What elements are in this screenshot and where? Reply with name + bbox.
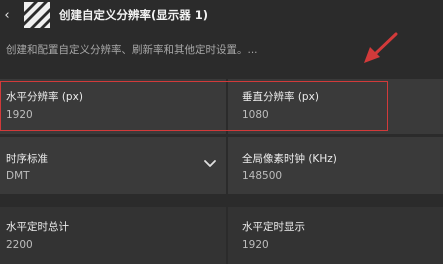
h-resolution-value[interactable]: 1920: [6, 109, 33, 121]
page-title: 创建自定义分辨率(显示器 1): [59, 8, 209, 22]
page-description: 创建和配置自定义分辨率、刷新率和其他定时设置。...: [6, 44, 258, 56]
v-resolution-field[interactable]: 垂直分辨率 (px) 1080: [228, 79, 443, 134]
custom-resolution-window: ‹ 创建自定义分辨率(显示器 1) 创建和配置自定义分辨率、刷新率和其他定时设置…: [0, 0, 443, 264]
h-display-value[interactable]: 1920: [242, 239, 269, 251]
h-total-field[interactable]: 水平定时总计 2200: [0, 207, 226, 264]
back-button[interactable]: ‹: [0, 6, 14, 24]
annotation-arrow-icon: [364, 32, 398, 63]
timing-standard-value: DMT: [6, 170, 30, 182]
v-resolution-label: 垂直分辨率 (px): [242, 91, 319, 103]
h-display-label: 水平定时显示: [242, 221, 305, 233]
h-resolution-field[interactable]: 水平分辨率 (px) 1920: [0, 79, 226, 134]
pixel-clock-label: 全局像素时钟 (KHz): [242, 153, 337, 165]
chevron-down-icon[interactable]: [203, 159, 217, 169]
v-resolution-value[interactable]: 1080: [242, 109, 269, 121]
h-display-field[interactable]: 水平定时显示 1920: [228, 207, 443, 264]
h-total-value[interactable]: 2200: [6, 239, 33, 251]
pixel-clock-value[interactable]: 148500: [242, 170, 282, 182]
striped-logo-icon: [24, 2, 50, 28]
timing-standard-label: 时序标准: [6, 153, 48, 165]
h-total-label: 水平定时总计: [6, 221, 69, 233]
header: ‹ 创建自定义分辨率(显示器 1): [0, 0, 443, 30]
timing-standard-dropdown[interactable]: 时序标准 DMT: [0, 137, 226, 194]
h-resolution-label: 水平分辨率 (px): [6, 91, 83, 103]
pixel-clock-field[interactable]: 全局像素时钟 (KHz) 148500: [228, 137, 443, 194]
chevron-left-icon: ‹: [4, 7, 10, 23]
